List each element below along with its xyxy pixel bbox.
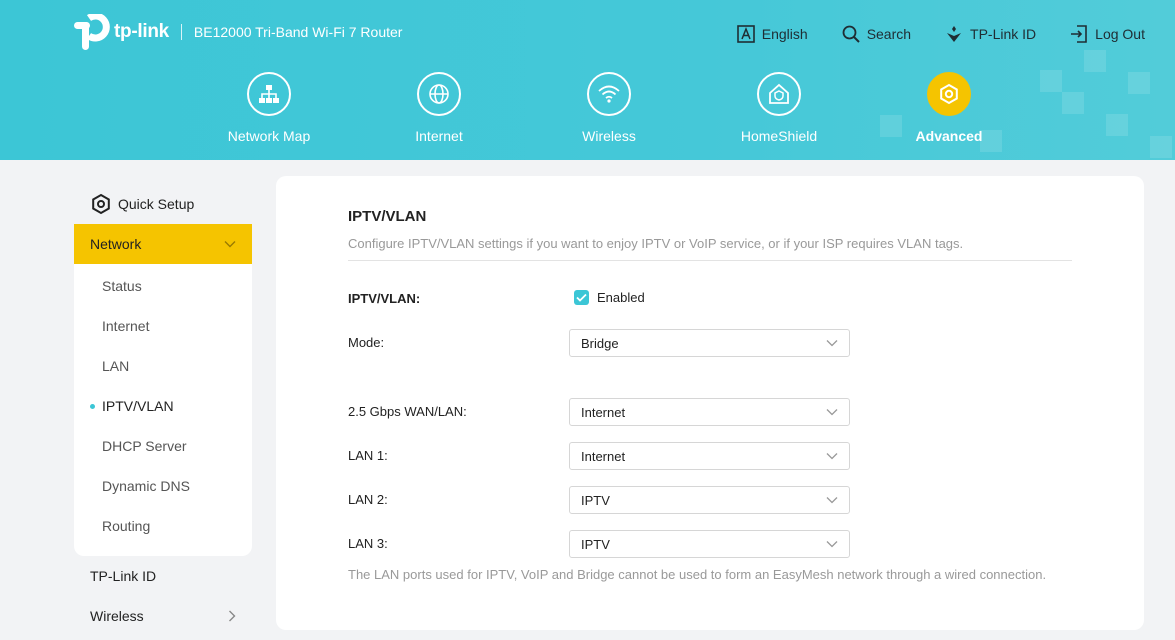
top-links: English Search TP-Link ID Log Out (736, 25, 1145, 43)
homeshield-icon (757, 72, 801, 116)
gear-icon (927, 72, 971, 116)
content-panel: IPTV/VLAN Configure IPTV/VLAN settings i… (276, 176, 1144, 630)
search-icon (842, 25, 860, 43)
select-value: IPTV (581, 492, 610, 508)
decor-square (1062, 92, 1084, 114)
chevron-down-icon (826, 340, 838, 347)
lan3-select[interactable]: IPTV (569, 530, 850, 558)
decor-square (1128, 72, 1150, 94)
chevron-right-icon (229, 610, 236, 622)
decor-square (1084, 50, 1106, 72)
sidebar-item-wireless[interactable]: Wireless (74, 596, 252, 636)
lan1-label: LAN 1: (348, 448, 388, 463)
easymesh-note: The LAN ports used for IPTV, VoIP and Br… (348, 567, 1047, 582)
tplink-logo[interactable]: tp-link BE12000 Tri-Band Wi-Fi 7 Router (74, 12, 403, 50)
wifi-icon (587, 72, 631, 116)
tab-homeshield[interactable]: HomeShield (719, 72, 839, 144)
wan-lan-port-select[interactable]: Internet (569, 398, 850, 426)
lan2-select[interactable]: IPTV (569, 486, 850, 514)
lan3-label: LAN 3: (348, 536, 388, 551)
sidebar-item-dynamic-dns[interactable]: Dynamic DNS (74, 466, 252, 506)
quick-setup-gear-icon (92, 193, 110, 214)
tab-network-map[interactable]: Network Map (209, 72, 329, 144)
iptv-enabled-checkbox[interactable]: Enabled (574, 290, 645, 305)
tab-label: Wireless (582, 128, 636, 144)
decor-square (1106, 114, 1128, 136)
divider (348, 260, 1072, 261)
tplink-id-label: TP-Link ID (970, 26, 1037, 42)
network-map-icon (247, 72, 291, 116)
select-value: IPTV (581, 536, 610, 552)
decor-square (1150, 136, 1172, 158)
lan2-label: LAN 2: (348, 492, 388, 507)
internet-globe-icon (417, 72, 461, 116)
tab-label: HomeShield (740, 128, 818, 144)
top-header: tp-link BE12000 Tri-Band Wi-Fi 7 Router … (0, 0, 1175, 160)
tab-label: Advanced (915, 128, 983, 144)
sidebar-item-status[interactable]: Status (74, 266, 252, 306)
tab-internet[interactable]: Internet (379, 72, 499, 144)
search-button[interactable]: Search (842, 25, 911, 43)
model-name: BE12000 Tri-Band Wi-Fi 7 Router (193, 24, 403, 40)
checkbox-checked-icon (574, 290, 589, 305)
page-title: IPTV/VLAN (348, 208, 427, 225)
sidebar-item-label: TP-Link ID (90, 568, 157, 584)
chevron-down-icon (224, 241, 236, 248)
mode-label: Mode: (348, 335, 385, 350)
sidebar-item-quick-setup[interactable]: Quick Setup (74, 183, 252, 224)
language-icon (736, 25, 755, 43)
sidebar-item-dhcp-server[interactable]: DHCP Server (74, 426, 252, 466)
mode-value: Bridge (581, 335, 619, 351)
select-value: Internet (581, 448, 626, 464)
sidebar-item-label: Wireless (90, 608, 144, 624)
sidebar-item-iptv-vlan[interactable]: IPTV/VLAN (74, 386, 252, 426)
tplink-id-button[interactable]: TP-Link ID (945, 25, 1036, 43)
chevron-down-icon (826, 409, 838, 416)
decor-square (1040, 70, 1062, 92)
sidebar-item-label: Network (90, 236, 142, 252)
tab-label: Network Map (227, 128, 311, 144)
sidebar: Quick Setup Network Status Internet LAN … (74, 183, 252, 636)
sidebar-item-lan[interactable]: LAN (74, 346, 252, 386)
sidebar-network-submenu: Status Internet LAN IPTV/VLAN DHCP Serve… (74, 264, 252, 556)
logo-text: tp-link (114, 21, 169, 42)
iptv-vlan-label: IPTV/VLAN: (348, 291, 421, 306)
sidebar-item-network[interactable]: Network (74, 224, 252, 264)
select-value: Internet (581, 404, 626, 420)
chevron-down-icon (826, 453, 838, 460)
logout-button[interactable]: Log Out (1070, 25, 1145, 43)
lan1-select[interactable]: Internet (569, 442, 850, 470)
chevron-down-icon (826, 541, 838, 548)
chevron-down-icon (826, 497, 838, 504)
language-label: English (761, 26, 808, 42)
logout-label: Log Out (1095, 26, 1145, 42)
sidebar-item-internet[interactable]: Internet (74, 306, 252, 346)
logo-separator (180, 24, 182, 40)
enabled-label: Enabled (597, 290, 645, 305)
tplink-id-icon (947, 26, 962, 42)
mode-select[interactable]: Bridge (569, 329, 850, 357)
page-description: Configure IPTV/VLAN settings if you want… (348, 236, 964, 251)
sidebar-item-label: Quick Setup (118, 195, 195, 212)
sidebar-item-tplink-id[interactable]: TP-Link ID (74, 556, 252, 596)
sidebar-item-routing[interactable]: Routing (74, 506, 252, 546)
tplink-logo-icon (74, 12, 110, 50)
logout-icon (1071, 25, 1087, 43)
tab-label: Internet (415, 128, 463, 144)
wan-lan-port-label: 2.5 Gbps WAN/LAN: (348, 404, 467, 419)
tab-wireless[interactable]: Wireless (549, 72, 669, 144)
language-button[interactable]: English (736, 25, 808, 43)
tab-advanced[interactable]: Advanced (889, 72, 1009, 144)
search-label: Search (866, 26, 912, 42)
